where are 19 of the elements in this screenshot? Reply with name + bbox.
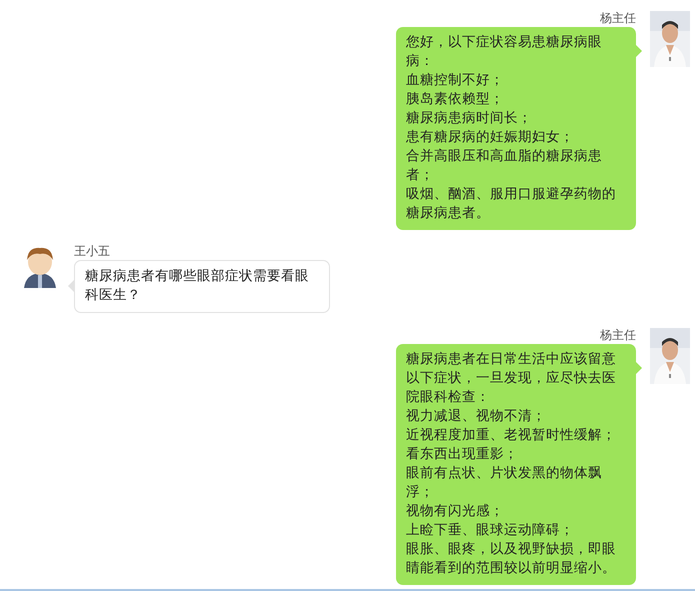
sender-name: 杨主任 — [600, 11, 636, 25]
message-line: 吸烟、酗酒、服用口服避孕药物的糖尿病患者。 — [406, 185, 617, 223]
message-line: 糖尿病患病时间长； — [406, 109, 533, 128]
message-line: 糖尿病患者有哪些眼部症状需要看眼科医生？ — [85, 267, 310, 305]
message-line: 您好，以下症状容易患糖尿病眼病： — [406, 33, 603, 71]
message-line: 糖尿病患者在日常生活中应该留意以下症状，一旦发现，应尽快去医院眼科检查： — [406, 350, 617, 407]
message-line: 视物有闪光感； — [406, 502, 505, 521]
sender-name: 杨主任 — [600, 328, 636, 342]
message-line: 患有糖尿病的妊娠期妇女； — [406, 128, 575, 147]
message-line: 眼前有点状、片状发黑的物体飘浮； — [406, 464, 603, 502]
message-line: 胰岛素依赖型； — [406, 90, 505, 109]
sender-name: 王小五 — [74, 244, 110, 258]
message-line: 近视程度加重、老视暂时性缓解； — [406, 426, 617, 445]
message-line: 血糖控制不好； — [406, 71, 505, 90]
message-line: 眼胀、眼疼，以及视野缺损，即眼睛能看到的范围较以前明显缩小。 — [406, 540, 617, 578]
message-line: 合并高眼压和高血脂的糖尿病患者； — [406, 147, 603, 185]
message-line: 视力减退、视物不清； — [406, 407, 547, 426]
message-line: 看东西出现重影； — [406, 445, 519, 464]
message-line: 上睑下垂、眼球运动障碍； — [406, 521, 575, 540]
